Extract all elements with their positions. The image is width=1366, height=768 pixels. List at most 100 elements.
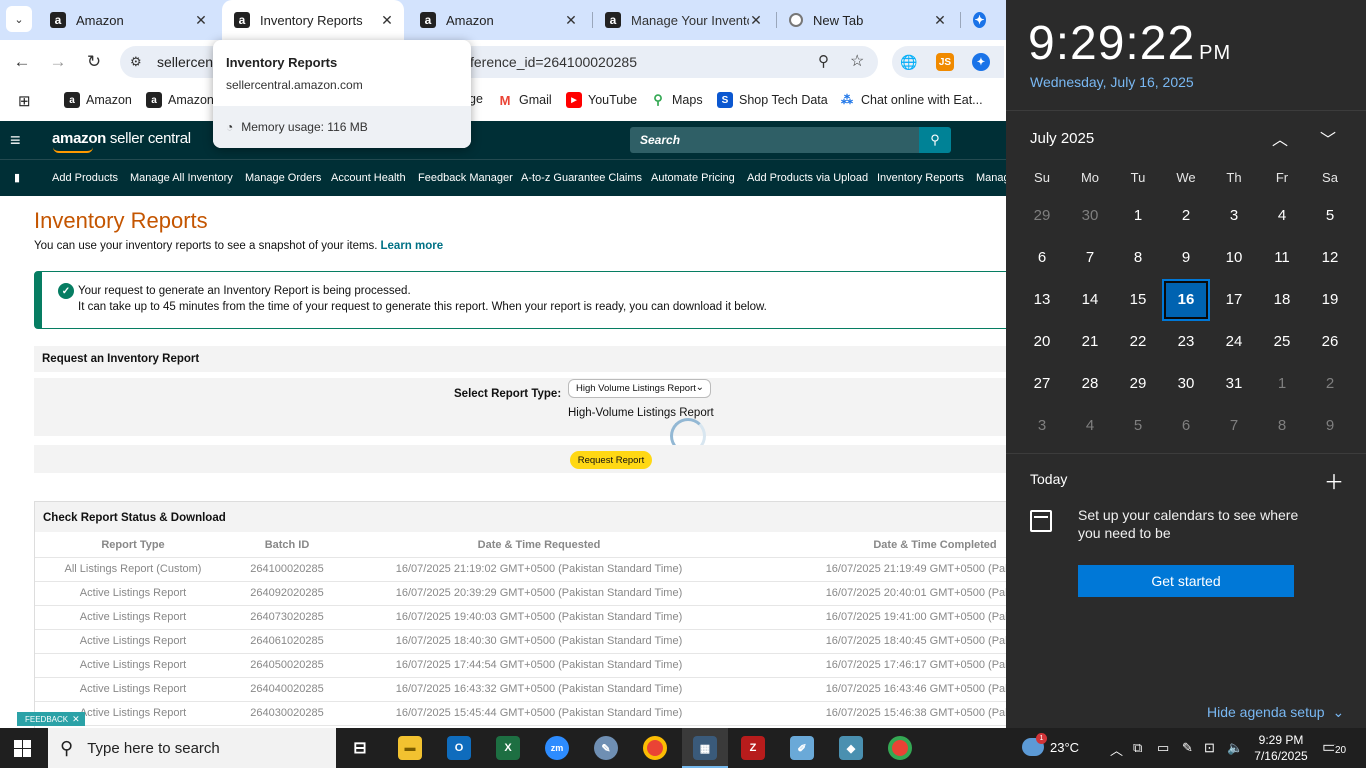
calendar-day[interactable]: 1 <box>1258 363 1306 405</box>
calendar-day[interactable]: 17 <box>1210 279 1258 321</box>
get-started-button[interactable]: Get started <box>1078 565 1294 597</box>
forward-button[interactable]: → <box>46 50 70 74</box>
filezilla-icon[interactable]: Z <box>741 736 765 760</box>
taskbar-search-box[interactable]: ⚲ Type here to search <box>48 728 336 768</box>
weather-widget[interactable]: 1 23°C <box>1022 733 1079 756</box>
calendar-day[interactable]: 13 <box>1018 279 1066 321</box>
tab-search-button[interactable]: ⌄ <box>6 6 32 32</box>
calendar-day[interactable]: 2 <box>1306 363 1354 405</box>
calendar-day[interactable]: 11 <box>1258 237 1306 279</box>
calculator-icon[interactable]: ▦ <box>693 736 717 760</box>
month-label[interactable]: July 2025 <box>1030 130 1094 147</box>
calendar-day[interactable]: 23 <box>1162 321 1210 363</box>
learn-more-link[interactable]: Learn more <box>381 240 444 252</box>
zoom-icon[interactable]: zm <box>545 736 569 760</box>
nav-manage-partial[interactable]: Manag <box>976 172 1010 184</box>
calendar-day[interactable]: 30 <box>1066 195 1114 237</box>
calendar-day[interactable]: 10 <box>1210 237 1258 279</box>
calendar-day[interactable]: 27 <box>1018 363 1066 405</box>
bookmark-icon[interactable]: ▮ <box>14 171 20 184</box>
calendar-day[interactable]: 3 <box>1210 195 1258 237</box>
flyout-date-link[interactable]: Wednesday, July 16, 2025 <box>1030 74 1194 90</box>
close-icon[interactable]: ✕ <box>72 714 80 725</box>
chrome-icon[interactable] <box>888 736 912 760</box>
search-zoom-icon[interactable]: ⚲ <box>818 52 829 70</box>
calendar-day[interactable]: 2 <box>1162 195 1210 237</box>
bookmark-gmail[interactable]: M Gmail <box>497 92 552 108</box>
globe-icon[interactable]: 🌐 <box>900 53 918 71</box>
calendar-day[interactable]: 14 <box>1066 279 1114 321</box>
bookmark-star-icon[interactable]: ☆ <box>850 51 864 71</box>
calendar-day[interactable]: 8 <box>1258 405 1306 447</box>
bookmark-partial[interactable]: ge <box>469 92 483 106</box>
browser-tab-4[interactable]: a Manage Your Invento ✕ <box>593 0 773 40</box>
excel-icon[interactable]: X <box>496 736 520 760</box>
bookmark-amazon-2[interactable]: a Amazon <box>146 92 214 108</box>
calendar-day[interactable]: 6 <box>1162 405 1210 447</box>
nav-automate-pricing[interactable]: Automate Pricing <box>651 172 735 184</box>
bookmark-amazon-1[interactable]: a Amazon <box>64 92 132 108</box>
calendar-day[interactable]: 8 <box>1114 237 1162 279</box>
calendar-day[interactable]: 5 <box>1114 405 1162 447</box>
calendar-day-today[interactable]: 16 <box>1162 279 1210 321</box>
notification-center-button[interactable]: ▭ 20 <box>1322 737 1348 759</box>
calendar-day[interactable]: 21 <box>1066 321 1114 363</box>
browser-tab-1[interactable]: a Amazon ✕ <box>38 0 218 40</box>
previous-month-button[interactable]: ︿ <box>1272 126 1288 150</box>
calendar-day[interactable]: 3 <box>1018 405 1066 447</box>
calendar-day[interactable]: 15 <box>1114 279 1162 321</box>
calendar-day[interactable]: 18 <box>1258 279 1306 321</box>
feedback-tab[interactable]: FEEDBACK ✕ <box>17 712 85 726</box>
nav-inventory-reports[interactable]: Inventory Reports <box>877 172 964 184</box>
close-tab-icon[interactable]: ✕ <box>380 12 394 29</box>
close-tab-icon[interactable]: ✕ <box>564 12 578 29</box>
js-extension-icon[interactable]: JS <box>936 53 954 71</box>
browser-tab-6[interactable]: ✦ Pr <box>961 0 1006 40</box>
calendar-day[interactable]: 4 <box>1066 405 1114 447</box>
request-report-button[interactable]: Request Report <box>570 451 652 469</box>
calendar-day[interactable]: 29 <box>1114 363 1162 405</box>
network-icon[interactable]: ⊡ <box>1204 740 1215 756</box>
nav-feedback-manager[interactable]: Feedback Manager <box>418 172 513 184</box>
calendar-day[interactable]: 9 <box>1306 405 1354 447</box>
calendar-day[interactable]: 31 <box>1210 363 1258 405</box>
paint-icon[interactable]: ✎ <box>594 736 618 760</box>
seller-central-logo[interactable]: amazon seller central <box>52 130 191 153</box>
browser-tab-2-active[interactable]: a Inventory Reports ✕ <box>222 0 404 40</box>
back-button[interactable]: ← <box>10 50 34 74</box>
calendar-day[interactable]: 20 <box>1018 321 1066 363</box>
report-type-select[interactable]: High Volume Listings Report ⌄ <box>568 379 711 398</box>
bookmark-chat-online[interactable]: ⁂ Chat online with Eat... <box>839 92 983 108</box>
seller-search-input[interactable]: Search <box>630 127 920 153</box>
close-tab-icon[interactable]: ✕ <box>194 12 208 29</box>
nav-add-products[interactable]: Add Products <box>52 172 118 184</box>
file-explorer-icon[interactable]: ▬ <box>398 736 422 760</box>
calendar-day[interactable]: 29 <box>1018 195 1066 237</box>
chrome-icon[interactable] <box>643 736 667 760</box>
battery-icon[interactable]: ▭ <box>1157 740 1169 756</box>
calendar-day[interactable]: 26 <box>1306 321 1354 363</box>
nav-add-products-upload[interactable]: Add Products via Upload <box>747 172 868 184</box>
nav-account-health[interactable]: Account Health <box>331 172 406 184</box>
calendar-day[interactable]: 7 <box>1210 405 1258 447</box>
bookmark-shop-tech-data[interactable]: S Shop Tech Data <box>717 92 828 108</box>
notepad-icon[interactable]: ✐ <box>790 736 814 760</box>
pen-icon[interactable]: ✎ <box>1182 740 1193 756</box>
calendar-day[interactable]: 12 <box>1306 237 1354 279</box>
nav-a-to-z-claims[interactable]: A-to-z Guarantee Claims <box>521 172 642 184</box>
browser-tab-3[interactable]: a Amazon ✕ <box>408 0 588 40</box>
add-event-plus-icon[interactable]: ＋ <box>1324 466 1344 495</box>
hamburger-menu-icon[interactable]: ≡ <box>10 130 21 151</box>
taskbar-clock[interactable]: 9:29 PM 7/16/2025 <box>1250 732 1312 764</box>
close-tab-icon[interactable]: ✕ <box>749 12 763 29</box>
site-info-icon[interactable]: ⚙ <box>130 54 142 70</box>
nav-manage-all-inventory[interactable]: Manage All Inventory <box>130 172 233 184</box>
tray-app-icon[interactable]: ⧉ <box>1133 740 1142 756</box>
reload-button[interactable]: ↻ <box>82 50 106 74</box>
bookmark-maps[interactable]: ⚲ Maps <box>650 92 702 108</box>
calendar-day[interactable]: 19 <box>1306 279 1354 321</box>
calendar-day[interactable]: 9 <box>1162 237 1210 279</box>
seller-search-button[interactable]: ⚲ <box>919 127 951 153</box>
calendar-day[interactable]: 6 <box>1018 237 1066 279</box>
browser-tab-5[interactable]: New Tab ✕ <box>777 0 957 40</box>
